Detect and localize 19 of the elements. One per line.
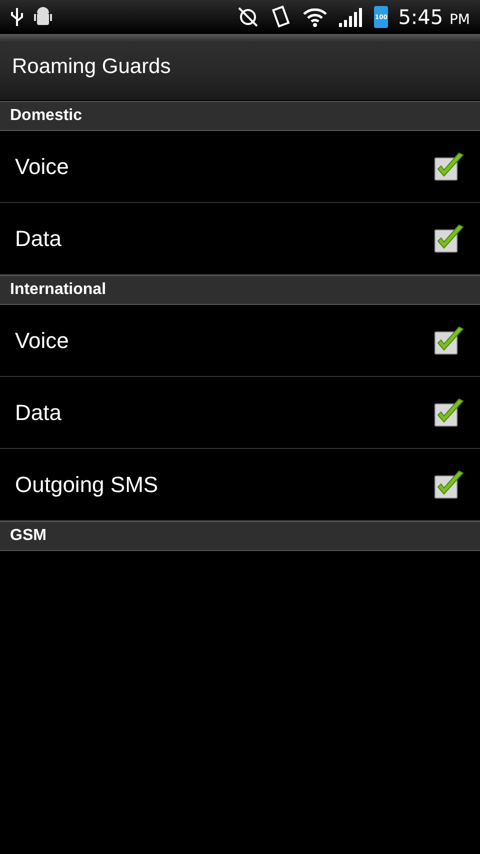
clock: 5:45 PM — [398, 5, 470, 29]
section-header: GSM — [0, 521, 480, 551]
sync-off-icon — [236, 5, 260, 29]
setting-label: Voice — [15, 154, 70, 180]
setting-label: Data — [15, 226, 62, 252]
wifi-icon — [302, 6, 328, 28]
checkbox[interactable] — [432, 324, 466, 358]
checkbox[interactable] — [432, 150, 466, 184]
signal-icon — [338, 6, 364, 28]
usb-icon — [10, 7, 24, 27]
checkbox[interactable] — [432, 468, 466, 502]
checkbox[interactable] — [432, 396, 466, 430]
screen-title: Roaming Guards — [12, 55, 171, 79]
setting-label: Outgoing SMS — [15, 472, 160, 498]
section-header: International — [0, 275, 480, 305]
checkbox[interactable] — [432, 222, 466, 256]
section-header: Domestic — [0, 101, 480, 131]
setting-label: Voice — [15, 328, 70, 354]
setting-label: Data — [15, 400, 62, 426]
